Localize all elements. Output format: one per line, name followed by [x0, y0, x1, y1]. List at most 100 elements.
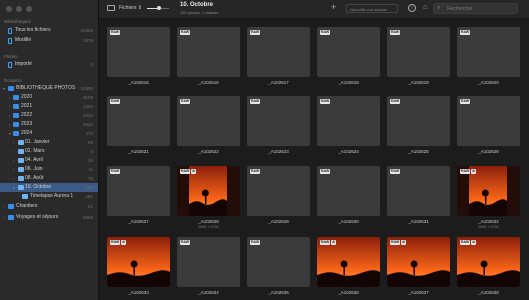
- chevron-down-icon[interactable]: ▾: [3, 84, 5, 93]
- photo-thumbnail[interactable]: RAW: [387, 27, 450, 77]
- photo-thumbnail[interactable]: RAW: [317, 166, 380, 216]
- sort-label: Fichiers: [119, 5, 137, 11]
- file-badges: RAW ⊘: [460, 169, 477, 174]
- sidebar-item-bottom-0[interactable]: › Chantiers 61: [0, 202, 98, 211]
- edited-badge-icon: ⊘: [191, 169, 197, 174]
- sort-arrows-icon: ⇕: [137, 5, 143, 11]
- chevron-right-icon[interactable]: ›: [9, 93, 10, 102]
- chevron-right-icon[interactable]: ›: [9, 120, 10, 129]
- photo-thumbnail[interactable]: RAW: [247, 237, 310, 287]
- sidebar-item-month-2[interactable]: › 04. Avril 15: [0, 156, 98, 165]
- photo-thumbnail[interactable]: RAW: [177, 27, 240, 77]
- photo-thumbnail[interactable]: RAW: [177, 96, 240, 146]
- photo-thumbnail[interactable]: RAW: [247, 96, 310, 146]
- chevron-right-icon[interactable]: ›: [9, 111, 10, 120]
- chevron-right-icon[interactable]: ›: [13, 147, 14, 156]
- sidebar-item-count: 11: [88, 167, 93, 172]
- file-name: _A102624: [338, 149, 359, 154]
- section-header-fleets: Flottes: [4, 54, 18, 59]
- file-badges: RAW: [180, 30, 191, 35]
- sidebar-item-month-5[interactable]: ▾ 10. Octobre 189: [0, 183, 98, 192]
- view-select[interactable]: Nouvelle vue dossier: [346, 4, 398, 13]
- sidebar-item-root-library[interactable]: ▾ BIBLIOTHEQUE PHOTOS 10393: [0, 84, 98, 93]
- search-field[interactable]: ⌕ Rechercher: [433, 3, 518, 14]
- file-badges: RAW ⊘: [390, 240, 407, 245]
- sort-dropdown[interactable]: Fichiers ⇕: [119, 4, 142, 13]
- chevron-down-icon[interactable]: ▾: [9, 129, 11, 138]
- photo-thumbnail[interactable]: RAW: [107, 166, 170, 216]
- sidebar-item-all-files[interactable]: Tous les fichiers 10393: [0, 26, 98, 35]
- tag-icon[interactable]: ⌂: [423, 4, 427, 12]
- sidebar-item-timelapse[interactable]: Timelapse Aurora 1 181: [0, 192, 98, 201]
- raw-badge: RAW: [460, 169, 471, 174]
- sidebar-item-month-4[interactable]: › 08. Août 70: [0, 174, 98, 183]
- photo-thumbnail[interactable]: RAW: [177, 237, 240, 287]
- sidebar-item-imported[interactable]: Importé 0: [0, 60, 98, 69]
- file-icon: [8, 38, 12, 44]
- search-input[interactable]: Rechercher: [447, 6, 473, 12]
- raw-badge: RAW: [110, 30, 121, 35]
- photo-thumbnail[interactable]: RAW: [247, 166, 310, 216]
- add-button[interactable]: +: [331, 2, 336, 12]
- slider-knob[interactable]: [157, 6, 162, 10]
- chevron-right-icon[interactable]: ›: [3, 213, 4, 222]
- sidebar-item-modified[interactable]: Modifié 1579: [0, 36, 98, 45]
- folder-icon: [13, 131, 19, 136]
- chevron-right-icon[interactable]: ›: [9, 102, 10, 111]
- photo-thumbnail[interactable]: RAW ⊘: [177, 166, 240, 216]
- photo-thumbnail[interactable]: RAW: [317, 27, 380, 77]
- folder-icon: [18, 149, 24, 154]
- close-window-button[interactable]: [6, 6, 12, 12]
- zoom-window-button[interactable]: [26, 6, 32, 12]
- raw-badge: RAW: [460, 240, 471, 245]
- file-badges: RAW: [250, 99, 261, 104]
- info-icon[interactable]: i: [408, 4, 416, 12]
- sidebar-item-year-2022[interactable]: › 2022 2423: [0, 111, 98, 120]
- sidebar-item-label: 2023: [21, 121, 33, 127]
- chevron-down-icon[interactable]: ▾: [13, 183, 15, 192]
- sidebar-item-year-2021[interactable]: › 2021 1493: [0, 102, 98, 111]
- chevron-right-icon[interactable]: ›: [13, 156, 14, 165]
- file-name: _A102633: [128, 290, 149, 295]
- sidebar-item-year-2023[interactable]: › 2023 3021: [0, 120, 98, 129]
- photo-thumbnail[interactable]: RAW ⊘: [387, 237, 450, 287]
- minimize-window-button[interactable]: [16, 6, 22, 12]
- sidebar-item-month-3[interactable]: › 06. Juin 11: [0, 165, 98, 174]
- chevron-right-icon[interactable]: ›: [13, 174, 14, 183]
- sidebar-item-year-2020[interactable]: › 2020 3108: [0, 93, 98, 102]
- photo-thumbnail[interactable]: RAW: [107, 96, 170, 146]
- file-badges: RAW: [110, 30, 121, 35]
- photo-thumbnail[interactable]: RAW ⊘: [457, 166, 520, 216]
- sidebar-item-label: 01. Janvier: [25, 139, 50, 145]
- thumbnail-size-slider[interactable]: [147, 6, 169, 10]
- photo-thumbnail[interactable]: RAW: [387, 166, 450, 216]
- folder-icon: [18, 167, 24, 172]
- photo-thumbnail[interactable]: RAW: [457, 27, 520, 77]
- sidebar-item-count: 15: [87, 158, 93, 163]
- raw-badge: RAW: [250, 99, 261, 104]
- folder-icon: [18, 176, 24, 181]
- chevron-right-icon[interactable]: ›: [13, 165, 14, 174]
- file-name: _A102629: [268, 219, 289, 224]
- photo-thumbnail[interactable]: RAW ⊘: [107, 237, 170, 287]
- raw-badge: RAW: [180, 169, 191, 174]
- photo-thumbnail[interactable]: RAW: [107, 27, 170, 77]
- toggle-sidebar-button[interactable]: [107, 5, 115, 11]
- chevron-right-icon[interactable]: ›: [3, 202, 4, 211]
- photo-thumbnail[interactable]: RAW: [387, 96, 450, 146]
- photo-thumbnail[interactable]: RAW ⊘: [317, 237, 380, 287]
- file-badges: RAW: [250, 169, 261, 174]
- sidebar-item-month-0[interactable]: › 01. Janvier 99: [0, 138, 98, 147]
- photo-thumbnail[interactable]: RAW: [457, 96, 520, 146]
- raw-badge: RAW: [110, 169, 121, 174]
- edited-badge-icon: ⊘: [471, 240, 477, 245]
- sidebar-item-count: 0: [90, 62, 93, 67]
- photo-thumbnail[interactable]: RAW: [247, 27, 310, 77]
- sidebar-item-bottom-1[interactable]: › Voyages et séjours 5569: [0, 213, 98, 222]
- photo-thumbnail[interactable]: RAW ⊘: [457, 237, 520, 287]
- sidebar-item-year-2024[interactable]: ▾ 2024 473: [0, 129, 98, 138]
- sidebar-item-month-1[interactable]: › 02. Mars 6: [0, 147, 98, 156]
- edited-badge-icon: ⊘: [471, 169, 477, 174]
- chevron-right-icon[interactable]: ›: [13, 138, 14, 147]
- photo-thumbnail[interactable]: RAW: [317, 96, 380, 146]
